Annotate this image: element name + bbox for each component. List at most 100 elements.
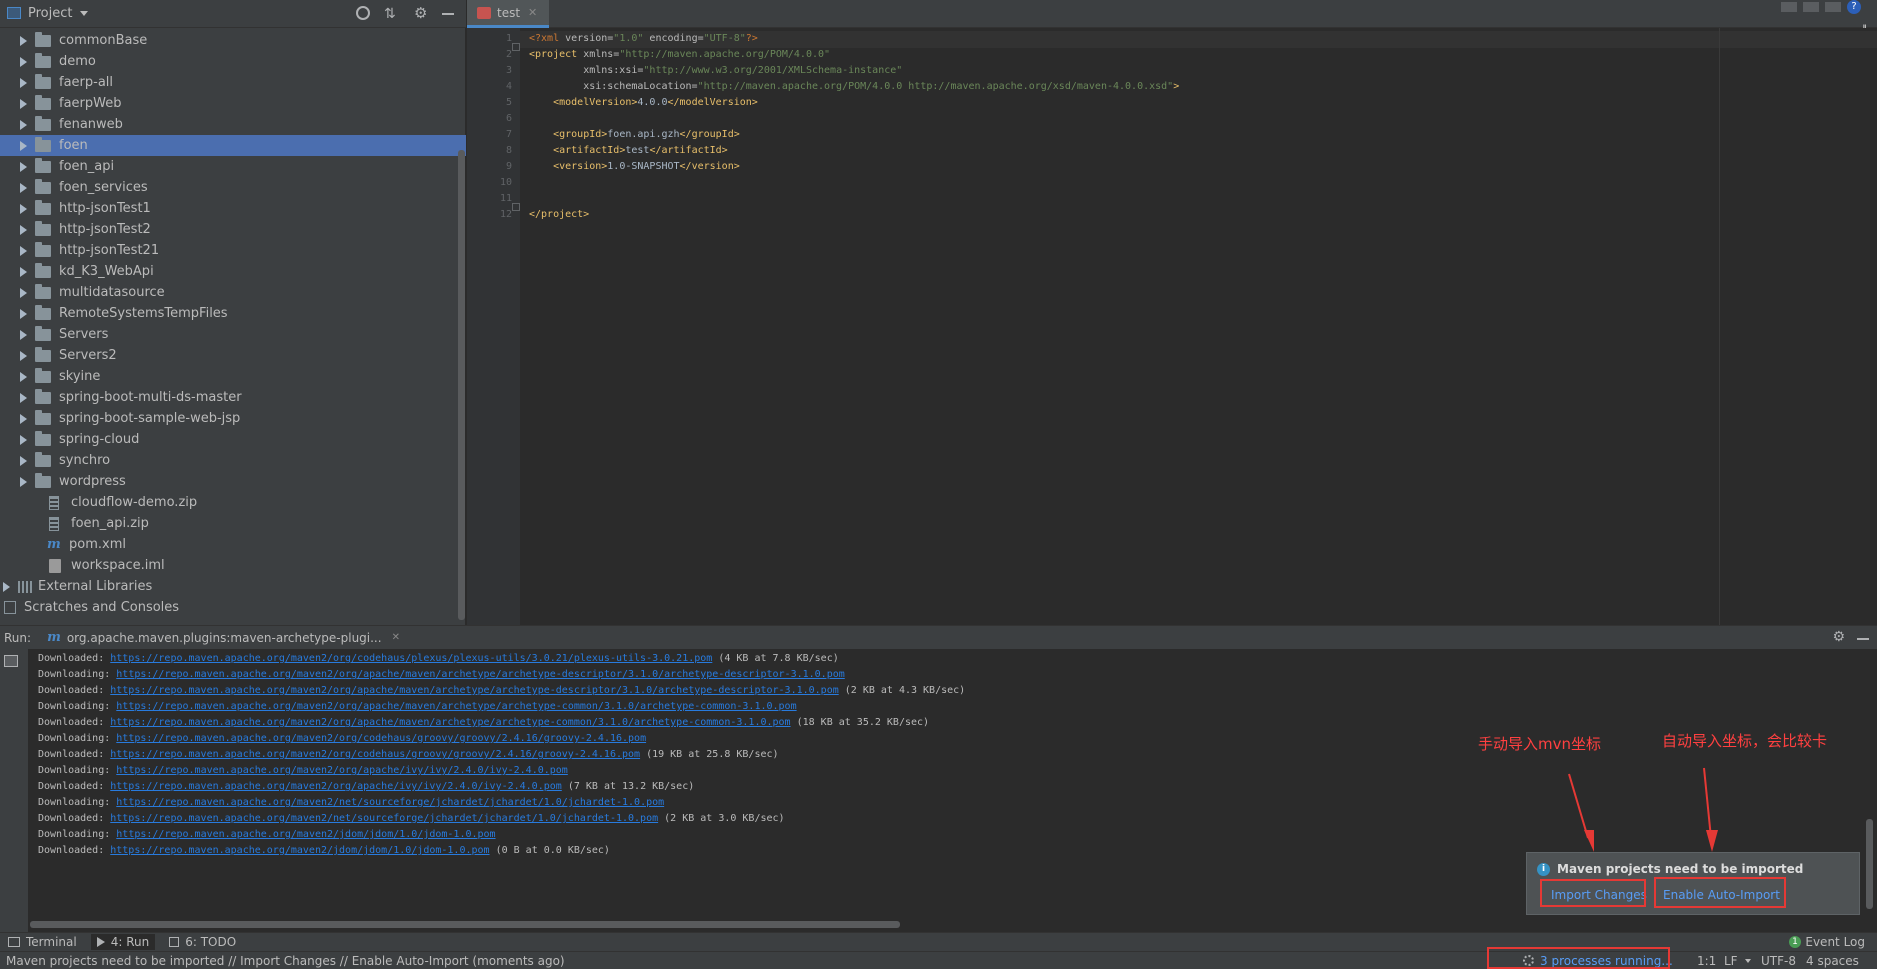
log-link[interactable]: https://repo.maven.apache.org/maven2/jdo… [110, 845, 489, 856]
log-link[interactable]: https://repo.maven.apache.org/maven2/org… [116, 765, 568, 776]
expand-icon[interactable] [20, 413, 27, 424]
indent-setting[interactable]: 4 spaces [1806, 954, 1859, 968]
tree-item-fenanweb[interactable]: fenanweb [0, 114, 466, 135]
tree-item-multidatasource[interactable]: multidatasource [0, 282, 466, 303]
collapse-all-icon[interactable]: ⇅ [384, 6, 396, 22]
expand-icon[interactable] [20, 245, 27, 256]
tree-item-http-jsontest2[interactable]: http-jsonTest2 [0, 219, 466, 240]
expand-icon[interactable] [20, 161, 27, 172]
vertical-scrollbar[interactable] [1866, 819, 1873, 909]
tree-item-spring-boot-sample-web-jsp[interactable]: spring-boot-sample-web-jsp [0, 408, 466, 429]
log-link[interactable]: https://repo.maven.apache.org/maven2/org… [110, 653, 712, 664]
expand-icon[interactable] [20, 371, 27, 382]
window-button-icon[interactable] [1803, 2, 1819, 12]
caret-position[interactable]: 1:1 [1697, 954, 1716, 968]
expand-icon[interactable] [20, 434, 27, 445]
fold-icon[interactable] [512, 43, 520, 51]
expand-icon[interactable] [20, 392, 27, 403]
tree-item-external-libraries[interactable]: External Libraries [0, 576, 466, 597]
expand-icon[interactable] [20, 77, 27, 88]
help-icon[interactable]: ? [1847, 0, 1861, 14]
expand-icon[interactable] [20, 266, 27, 277]
tree-item-remotesystemstempfiles[interactable]: RemoteSystemsTempFiles [0, 303, 466, 324]
tool-tab-run[interactable]: 4: Run [90, 934, 156, 950]
expand-icon[interactable] [20, 287, 27, 298]
log-link[interactable]: https://repo.maven.apache.org/maven2/jdo… [116, 829, 495, 840]
expand-icon[interactable] [3, 581, 10, 592]
tree-item-foen-api-zip[interactable]: foen_api.zip [0, 513, 466, 534]
project-scrollbar[interactable] [458, 150, 465, 620]
expand-icon[interactable] [20, 98, 27, 109]
restore-layout-icon[interactable] [4, 655, 18, 667]
tree-item-pom-xml[interactable]: m pom.xml [0, 534, 466, 555]
tree-item-skyine[interactable]: skyine [0, 366, 466, 387]
expand-icon[interactable] [20, 350, 27, 361]
log-link[interactable]: https://repo.maven.apache.org/maven2/org… [110, 717, 790, 728]
expand-icon[interactable] [20, 455, 27, 466]
project-view-icon[interactable] [7, 7, 21, 19]
window-button-icon[interactable] [1825, 2, 1841, 12]
tree-item-synchro[interactable]: synchro [0, 450, 466, 471]
tree-item-http-jsontest1[interactable]: http-jsonTest1 [0, 198, 466, 219]
tree-item-label: skyine [59, 369, 101, 384]
line-separator[interactable]: LF [1724, 954, 1738, 968]
event-log-button[interactable]: Event Log [1805, 935, 1865, 949]
run-tab-label[interactable]: org.apache.maven.plugins:maven-archetype… [67, 631, 382, 645]
tree-item-http-jsontest21[interactable]: http-jsonTest21 [0, 240, 466, 261]
tree-item-foen-services[interactable]: foen_services [0, 177, 466, 198]
tree-item-servers[interactable]: Servers [0, 324, 466, 345]
tree-item-faerpweb[interactable]: faerpWeb [0, 93, 466, 114]
tree-item-servers2[interactable]: Servers2 [0, 345, 466, 366]
log-link[interactable]: https://repo.maven.apache.org/maven2/org… [110, 685, 838, 696]
chevron-down-icon[interactable] [80, 11, 89, 16]
tree-item-commonbase[interactable]: commonBase [0, 30, 466, 51]
expand-icon[interactable] [20, 329, 27, 340]
expand-icon[interactable] [20, 182, 27, 193]
status-message[interactable]: Maven projects need to be imported // Im… [6, 954, 565, 968]
minimize-icon[interactable] [442, 13, 454, 15]
expand-icon[interactable] [20, 140, 27, 151]
window-button-icon[interactable] [1781, 2, 1797, 12]
tree-item-workspace-iml[interactable]: workspace.iml [0, 555, 466, 576]
tree-item-foen[interactable]: foen [0, 135, 466, 156]
close-icon[interactable]: ✕ [528, 6, 537, 19]
expand-icon[interactable] [20, 35, 27, 46]
tab-test[interactable]: test ✕ [467, 0, 549, 28]
expand-icon[interactable] [20, 224, 27, 235]
expand-icon[interactable] [20, 203, 27, 214]
log-link[interactable]: https://repo.maven.apache.org/maven2/org… [116, 701, 796, 712]
code-editor[interactable]: 1 2 3 4 5 6 7 8 9 10 11 12 <?xml version… [467, 28, 1877, 625]
tree-item-spring-cloud[interactable]: spring-cloud [0, 429, 466, 450]
fold-icon[interactable] [512, 203, 520, 211]
tree-item-scratches[interactable]: Scratches and Consoles [0, 597, 466, 618]
minimize-icon[interactable] [1857, 638, 1869, 640]
tree-item-kd-k3-webapi[interactable]: kd_K3_WebApi [0, 261, 466, 282]
tree-item-faerp-all[interactable]: faerp-all [0, 72, 466, 93]
log-link[interactable]: https://repo.maven.apache.org/maven2/org… [116, 733, 646, 744]
expand-icon[interactable] [20, 308, 27, 319]
expand-icon[interactable] [20, 56, 27, 67]
tree-item-label: http-jsonTest1 [59, 201, 151, 216]
locate-icon[interactable] [356, 6, 370, 20]
gear-icon[interactable]: ⚙ [1832, 629, 1845, 645]
tool-tab-todo[interactable]: 6: TODO [185, 935, 236, 949]
tree-item-demo[interactable]: demo [0, 51, 466, 72]
tree-item-spring-boot-multi-ds-master[interactable]: spring-boot-multi-ds-master [0, 387, 466, 408]
tree-item-cloudflow-demo-zip[interactable]: cloudflow-demo.zip [0, 492, 466, 513]
tree-item-label: workspace.iml [71, 558, 165, 573]
horizontal-scrollbar[interactable] [30, 921, 900, 928]
log-link[interactable]: https://repo.maven.apache.org/maven2/org… [116, 669, 844, 680]
expand-icon[interactable] [20, 119, 27, 130]
tree-item-foen-api[interactable]: foen_api [0, 156, 466, 177]
log-link[interactable]: https://repo.maven.apache.org/maven2/org… [110, 781, 562, 792]
tree-item-wordpress[interactable]: wordpress [0, 471, 466, 492]
close-icon[interactable]: ✕ [392, 632, 400, 643]
project-view-selector[interactable]: Project [28, 6, 72, 21]
gear-icon[interactable]: ⚙ [414, 4, 427, 22]
expand-icon[interactable] [20, 476, 27, 487]
file-encoding[interactable]: UTF-8 [1761, 954, 1796, 968]
log-link[interactable]: https://repo.maven.apache.org/maven2/net… [116, 797, 664, 808]
tool-tab-terminal[interactable]: Terminal [26, 935, 77, 949]
log-link[interactable]: https://repo.maven.apache.org/maven2/org… [110, 749, 640, 760]
log-link[interactable]: https://repo.maven.apache.org/maven2/net… [110, 813, 658, 824]
